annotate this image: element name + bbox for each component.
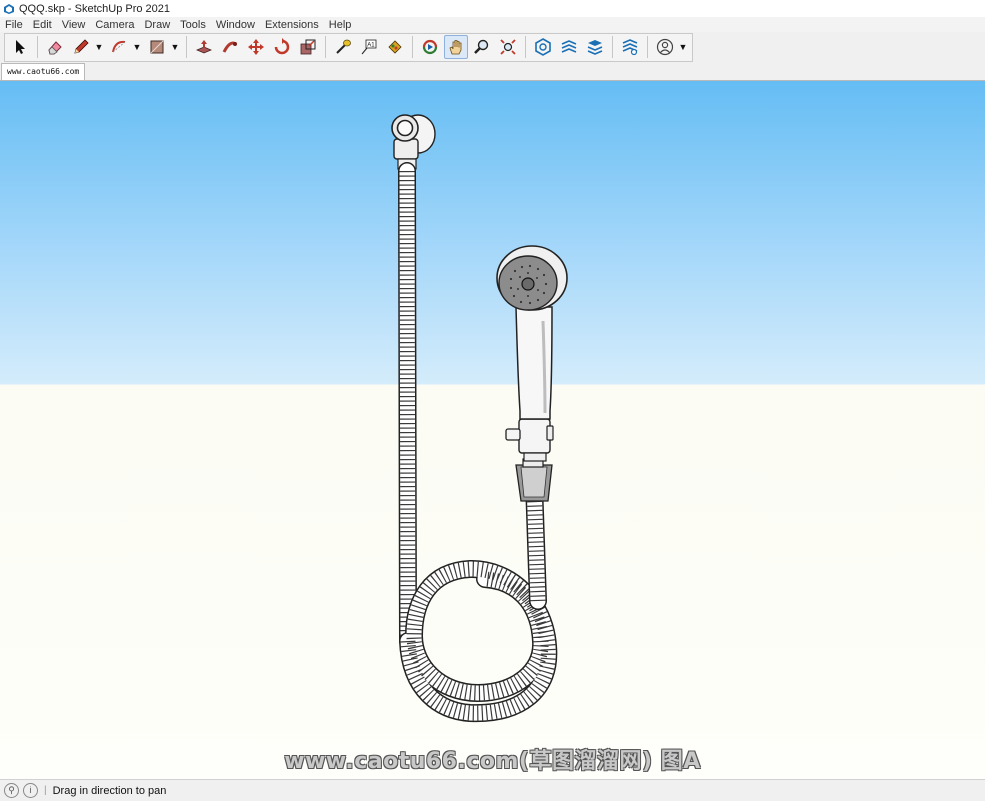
rectangle-icon bbox=[150, 40, 164, 54]
toolbar-separator bbox=[412, 36, 413, 58]
select-icon bbox=[16, 40, 25, 54]
3d-warehouse-button[interactable] bbox=[531, 35, 555, 59]
eraser-icon bbox=[48, 41, 62, 55]
profile-button[interactable] bbox=[653, 35, 677, 59]
shower-handle bbox=[515, 306, 553, 420]
line-pencil-icon bbox=[74, 39, 89, 54]
wall-elbow-connector bbox=[391, 114, 436, 170]
pan-tool-button[interactable] bbox=[444, 35, 468, 59]
select-tool-button[interactable] bbox=[8, 35, 32, 59]
toolbar-separator bbox=[37, 36, 38, 58]
push-pull-icon bbox=[195, 40, 213, 54]
toolbar-separator bbox=[647, 36, 648, 58]
status-bar: ⚲ i | Drag in direction to pan bbox=[0, 779, 985, 801]
tape-measure-icon bbox=[336, 39, 351, 54]
chevron-down-icon[interactable]: ▼ bbox=[170, 35, 180, 59]
line-tool-button[interactable] bbox=[69, 35, 93, 59]
main-toolbar: ▼ ▼ ▼ A1 ▼ bbox=[0, 32, 985, 62]
extension-warehouse-icon bbox=[561, 40, 577, 53]
chevron-down-icon[interactable]: ▼ bbox=[94, 35, 104, 59]
text-tool-button[interactable]: A1 bbox=[357, 35, 381, 59]
follow-me-icon bbox=[222, 41, 237, 53]
menu-bar: File Edit View Camera Draw Tools Window … bbox=[0, 17, 985, 32]
title-bar: QQQ.skp - SketchUp Pro 2021 bbox=[0, 0, 985, 17]
menu-window[interactable]: Window bbox=[211, 19, 260, 31]
rotate-tool-button[interactable] bbox=[270, 35, 294, 59]
rotate-icon bbox=[274, 38, 290, 55]
menu-edit[interactable]: Edit bbox=[28, 19, 57, 31]
menu-view[interactable]: View bbox=[57, 19, 91, 31]
paint-bucket-icon bbox=[388, 40, 402, 54]
toolbar-separator bbox=[612, 36, 613, 58]
zoom-extents-tool-button[interactable] bbox=[496, 35, 520, 59]
chevron-down-icon[interactable]: ▼ bbox=[132, 35, 142, 59]
shower-hose-coil bbox=[399, 559, 558, 723]
profile-icon bbox=[656, 38, 674, 56]
shower-model bbox=[391, 114, 568, 723]
menu-extensions[interactable]: Extensions bbox=[260, 19, 324, 31]
move-tool-button[interactable] bbox=[244, 35, 268, 59]
menu-file[interactable]: File bbox=[0, 19, 28, 31]
extension-manager-icon bbox=[622, 39, 638, 56]
paint-bucket-tool-button[interactable] bbox=[383, 35, 407, 59]
menu-help[interactable]: Help bbox=[324, 19, 357, 31]
info-icon[interactable]: i bbox=[23, 783, 38, 798]
zoom-extents-icon bbox=[500, 39, 516, 55]
extension-manager-button[interactable] bbox=[618, 35, 642, 59]
shower-handle-connector bbox=[505, 418, 554, 462]
layout-button[interactable] bbox=[583, 35, 607, 59]
model-viewport[interactable]: www.caotu66.com(草图溜溜网) 图A bbox=[0, 81, 985, 779]
orbit-icon bbox=[422, 39, 438, 55]
tape-measure-tool-button[interactable] bbox=[331, 35, 355, 59]
status-separator: | bbox=[44, 785, 47, 796]
eraser-tool-button[interactable] bbox=[43, 35, 67, 59]
layout-icon bbox=[587, 40, 603, 55]
zoom-tool-button[interactable] bbox=[470, 35, 494, 59]
arc-tool-button[interactable] bbox=[107, 35, 131, 59]
shower-head bbox=[496, 245, 568, 311]
chevron-down-icon[interactable]: ▼ bbox=[678, 35, 688, 59]
getting-started-toolbar: ▼ ▼ ▼ A1 ▼ bbox=[4, 32, 693, 62]
follow-me-tool-button[interactable] bbox=[218, 35, 242, 59]
sketchup-app-icon bbox=[4, 3, 14, 14]
pan-icon bbox=[449, 40, 462, 55]
extension-warehouse-button[interactable] bbox=[557, 35, 581, 59]
svg-text:A1: A1 bbox=[367, 43, 375, 49]
shower-holder-bracket bbox=[515, 458, 553, 502]
text-label-icon: A1 bbox=[361, 39, 377, 55]
push-pull-tool-button[interactable] bbox=[192, 35, 216, 59]
scene-tabs: www.caotu66.com bbox=[0, 62, 985, 81]
orbit-tool-button[interactable] bbox=[418, 35, 442, 59]
move-icon bbox=[248, 39, 264, 55]
toolbar-separator bbox=[525, 36, 526, 58]
window-title: QQQ.skp - SketchUp Pro 2021 bbox=[19, 2, 171, 15]
scene-tab[interactable]: www.caotu66.com bbox=[1, 63, 86, 80]
toolbar-separator bbox=[186, 36, 187, 58]
menu-tools[interactable]: Tools bbox=[175, 19, 211, 31]
status-message: Drag in direction to pan bbox=[52, 784, 167, 797]
menu-camera[interactable]: Camera bbox=[90, 19, 139, 31]
watermark-text: www.caotu66.com(草图溜溜网) 图A bbox=[284, 749, 701, 774]
rectangle-tool-button[interactable] bbox=[145, 35, 169, 59]
geolocation-icon[interactable]: ⚲ bbox=[4, 783, 19, 798]
arc-icon bbox=[112, 40, 126, 53]
toolbar-separator bbox=[325, 36, 326, 58]
scale-icon bbox=[300, 39, 316, 55]
shower-hose-left bbox=[398, 162, 417, 650]
menu-draw[interactable]: Draw bbox=[139, 19, 175, 31]
zoom-icon bbox=[474, 39, 489, 54]
3d-warehouse-icon bbox=[535, 38, 551, 56]
scale-tool-button[interactable] bbox=[296, 35, 320, 59]
